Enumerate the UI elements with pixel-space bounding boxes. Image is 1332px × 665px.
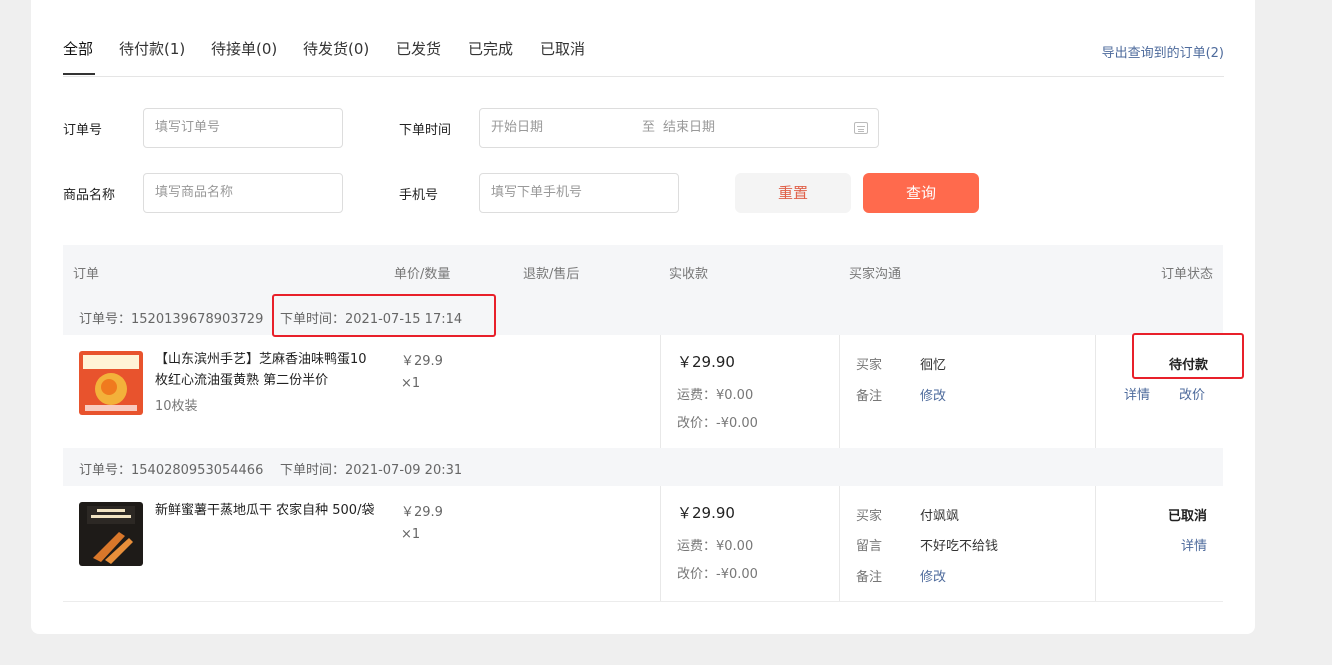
product-title[interactable]: 【山东滨州手艺】芝麻香油味鸭蛋10枚红心流油蛋黄熟 第二份半价 — [155, 349, 375, 391]
details-link[interactable]: 详情 — [1181, 535, 1207, 554]
orders-panel: 全部 待付款(1) 待接单(0) 待发货(0) 已发货 已完成 已取消 导出查询… — [31, 0, 1255, 634]
order-row: 新鲜蜜薯干蒸地瓜干 农家自种 500/袋 ￥29.9 ×1 ￥29.90 运费：… — [63, 486, 1223, 602]
note-label: 备注 — [856, 389, 883, 404]
table-header: 订单 单价/数量 退款/售后 实收款 买家沟通 订单状态 — [63, 245, 1223, 297]
product-title[interactable]: 新鲜蜜薯干蒸地瓜干 农家自种 500/袋 — [155, 500, 375, 521]
phone-label: 手机号 — [399, 188, 439, 203]
column-divider — [1095, 335, 1096, 448]
unit-price-qty: ￥29.9 ×1 — [401, 351, 443, 395]
message-label: 留言 — [856, 539, 883, 554]
tab-completed[interactable]: 已完成 — [468, 38, 513, 60]
product-thumbnail[interactable] — [79, 502, 143, 566]
buyer-name: 徊忆 — [920, 358, 947, 373]
date-separator: 至 — [642, 120, 656, 135]
buyer-label: 买家 — [856, 358, 883, 373]
reset-button[interactable]: 重置 — [735, 173, 851, 213]
details-link[interactable]: 详情 — [1124, 384, 1150, 403]
col-refund: 退款/售后 — [523, 267, 580, 282]
order-status: 待付款 — [1168, 358, 1208, 373]
column-divider — [1095, 486, 1096, 601]
buyer-message: 不好吃不给钱 — [920, 539, 999, 554]
order-time: 下单时间：2021-07-09 20:31 — [280, 463, 463, 478]
product-name-label: 商品名称 — [63, 188, 116, 203]
query-button[interactable]: 查询 — [863, 173, 979, 213]
calendar-icon — [854, 122, 868, 134]
col-price-qty: 单价/数量 — [394, 267, 451, 282]
col-status: 订单状态 — [1160, 267, 1213, 282]
received-amount: ￥29.90 — [677, 504, 735, 522]
tab-shipped[interactable]: 已发货 — [396, 38, 441, 60]
buyer-name: 付飒飒 — [920, 509, 960, 524]
buyer-label: 买家 — [856, 509, 883, 524]
quantity: ×1 — [401, 527, 421, 542]
order-time: 下单时间：2021-07-15 17:14 — [280, 312, 463, 327]
date-range-picker[interactable]: 开始日期 至 结束日期 — [479, 108, 879, 148]
tab-all[interactable]: 全部 — [63, 38, 93, 60]
product-thumbnail[interactable] — [79, 351, 143, 415]
order-no-label: 订单号 — [63, 123, 103, 138]
col-received: 实收款 — [669, 267, 709, 282]
column-divider — [839, 486, 840, 601]
shipping-fee: 运费：¥0.00 — [677, 388, 754, 403]
order-header: 订单号：1540280953054466 下单时间：2021-07-09 20:… — [63, 448, 1223, 486]
status-tabs: 全部 待付款(1) 待接单(0) 待发货(0) 已发货 已完成 已取消 导出查询… — [63, 38, 1224, 77]
export-orders-link[interactable]: 导出查询到的订单(2) — [1102, 42, 1224, 61]
phone-input[interactable]: 填写下单手机号 — [479, 173, 679, 213]
col-order: 订单 — [73, 267, 100, 282]
change-price-link[interactable]: 改价 — [1179, 384, 1205, 403]
order-time-label: 下单时间 — [399, 123, 452, 138]
price-adjustment: 改价：-¥0.00 — [677, 416, 758, 431]
col-buyer-chat: 买家沟通 — [849, 267, 902, 282]
quantity: ×1 — [401, 376, 421, 391]
active-tab-indicator — [63, 73, 95, 75]
tab-pending-payment[interactable]: 待付款(1) — [119, 38, 185, 60]
product-name-input[interactable]: 填写商品名称 — [143, 173, 343, 213]
order-row: 【山东滨州手艺】芝麻香油味鸭蛋10枚红心流油蛋黄熟 第二份半价 10枚装 ￥29… — [63, 335, 1223, 449]
order-status: 已取消 — [1167, 509, 1207, 524]
unit-price: ￥29.9 — [401, 505, 443, 520]
order-number: 订单号：1520139678903729 — [79, 312, 264, 327]
order-no-input[interactable]: 填写订单号 — [143, 108, 343, 148]
end-date-placeholder: 结束日期 — [663, 120, 716, 135]
received-amount: ￥29.90 — [677, 353, 735, 371]
order-header: 订单号：1520139678903729 下单时间：2021-07-15 17:… — [63, 297, 1223, 335]
tab-cancelled[interactable]: 已取消 — [540, 38, 585, 60]
unit-price: ￥29.9 — [401, 354, 443, 369]
unit-price-qty: ￥29.9 ×1 — [401, 502, 443, 546]
tab-pending-accept[interactable]: 待接单(0) — [211, 38, 277, 60]
product-spec: 10枚装 — [155, 399, 198, 414]
shipping-fee: 运费：¥0.00 — [677, 539, 754, 554]
edit-note-link[interactable]: 修改 — [920, 385, 946, 404]
edit-note-link[interactable]: 修改 — [920, 566, 946, 585]
column-divider — [660, 335, 661, 448]
note-label: 备注 — [856, 570, 883, 585]
tab-pending-ship[interactable]: 待发货(0) — [303, 38, 369, 60]
column-divider — [839, 335, 840, 448]
price-adjustment: 改价：-¥0.00 — [677, 567, 758, 582]
column-divider — [660, 486, 661, 601]
start-date-placeholder: 开始日期 — [491, 120, 544, 135]
order-number: 订单号：1540280953054466 — [79, 463, 264, 478]
